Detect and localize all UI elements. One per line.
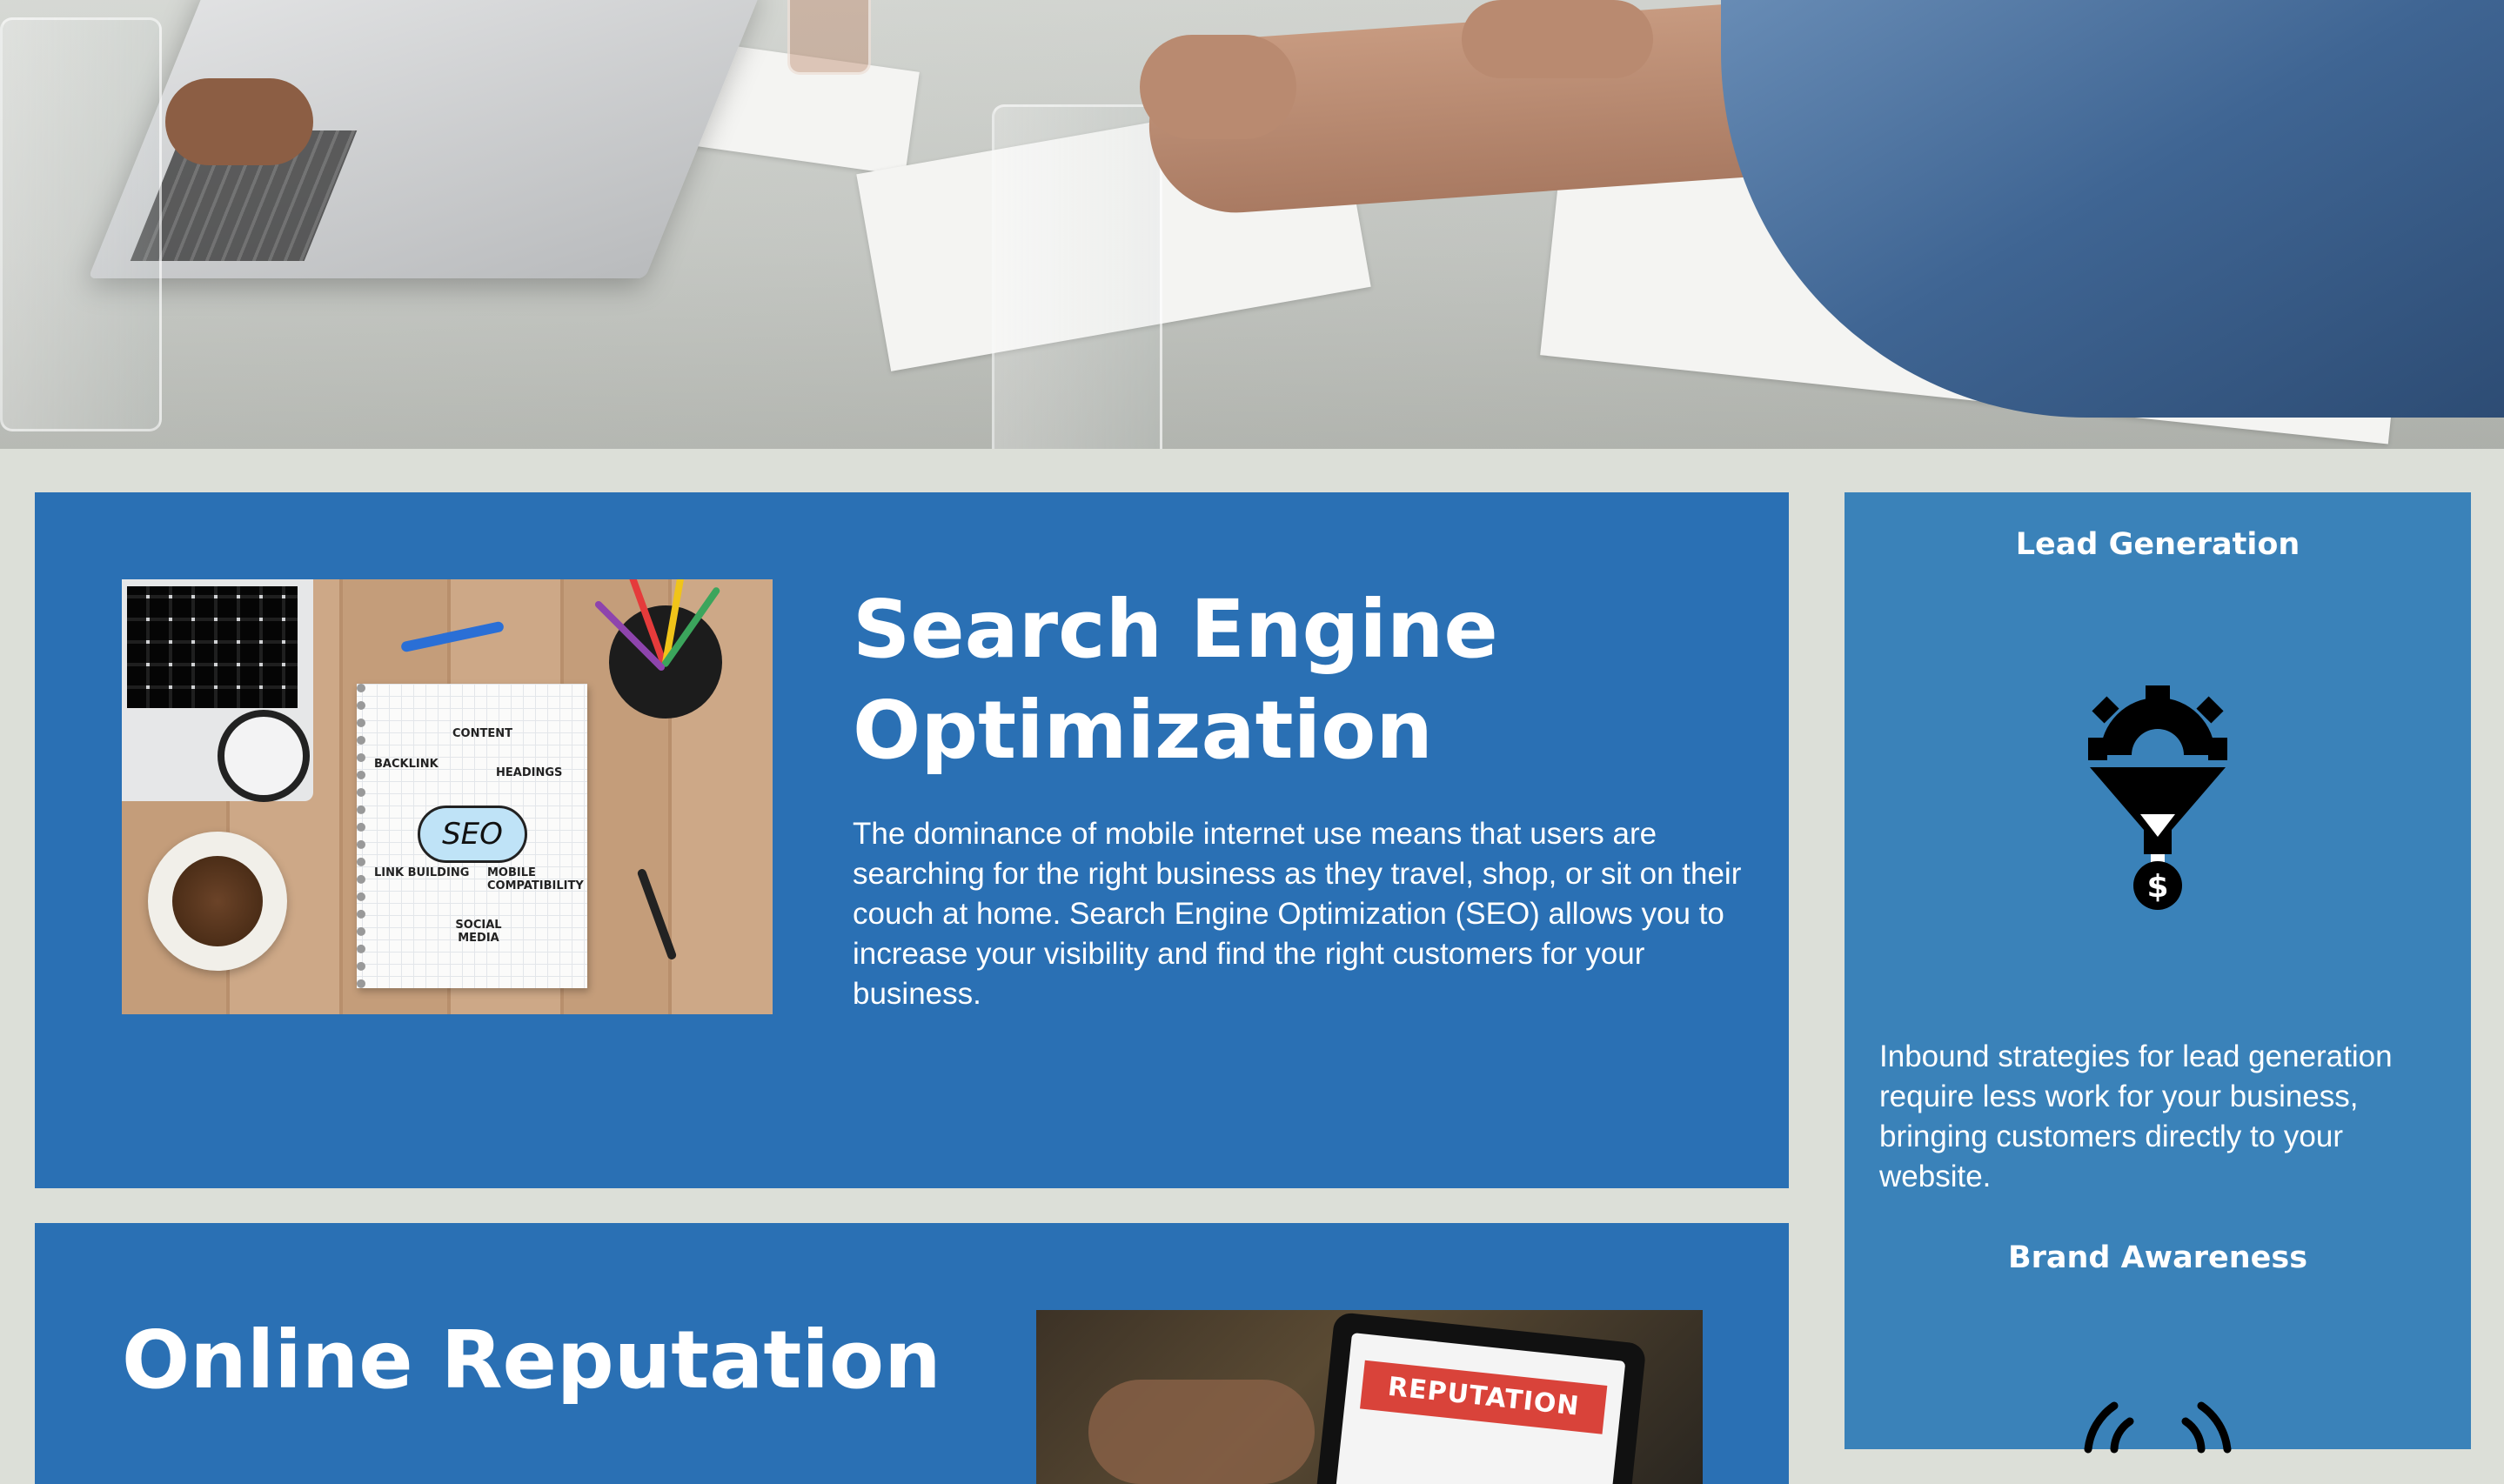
hero-photo (0, 0, 2504, 449)
notebook-word: BACKLINK (374, 758, 439, 771)
broadcast-icon (2084, 1401, 2232, 1454)
reputation-banner: REPUTATION (1360, 1360, 1608, 1434)
tablet-screen: REPUTATION (1332, 1333, 1626, 1484)
notebook-word: MOBILE COMPATIBILITY (487, 866, 584, 892)
reputation-card: Online Reputation REPUTATION (35, 1223, 1789, 1484)
hand (1462, 0, 1653, 78)
hand (1088, 1380, 1315, 1484)
hand (1140, 35, 1296, 139)
seo-description: The dominance of mobile internet use mea… (853, 817, 1742, 1011)
brand-awareness-heading: Brand Awareness (2007, 1240, 2308, 1275)
notebook-word: CONTENT (452, 727, 512, 740)
hand (165, 78, 313, 165)
seo-card: CONTENT BACKLINK HEADINGS LINK BUILDING … (35, 492, 1789, 1188)
notebook-word: SOCIAL MEDIA (455, 919, 502, 945)
reputation-title: Online Reputation (122, 1314, 941, 1407)
laptop-keys (127, 586, 298, 708)
pen (400, 620, 505, 653)
notebook-word: LINK BUILDING (374, 866, 470, 879)
notebook-word: HEADINGS (496, 766, 563, 779)
reputation-image: REPUTATION (1036, 1310, 1703, 1484)
seo-image: CONTENT BACKLINK HEADINGS LINK BUILDING … (122, 579, 773, 1014)
svg-text:$: $ (2146, 869, 2168, 905)
magnifier-icon (218, 710, 310, 802)
lead-generation-text: Inbound strategies for lead generation r… (1879, 1039, 2393, 1193)
lead-generation-heading: Lead Generation (2015, 527, 2300, 562)
water-glass (992, 104, 1162, 449)
tablet: REPUTATION (1313, 1311, 1647, 1484)
water-glass (0, 17, 162, 431)
pen (636, 867, 678, 961)
funnel-gear-dollar-icon: $ (2088, 685, 2227, 910)
sidebar: Lead Generation $ Inbound strategies for… (1845, 492, 2471, 1454)
seo-cloud: SEO (418, 806, 527, 863)
coffee (172, 856, 263, 946)
water-glass (787, 0, 871, 75)
seo-title: Search Engine Optimization (853, 583, 1498, 777)
